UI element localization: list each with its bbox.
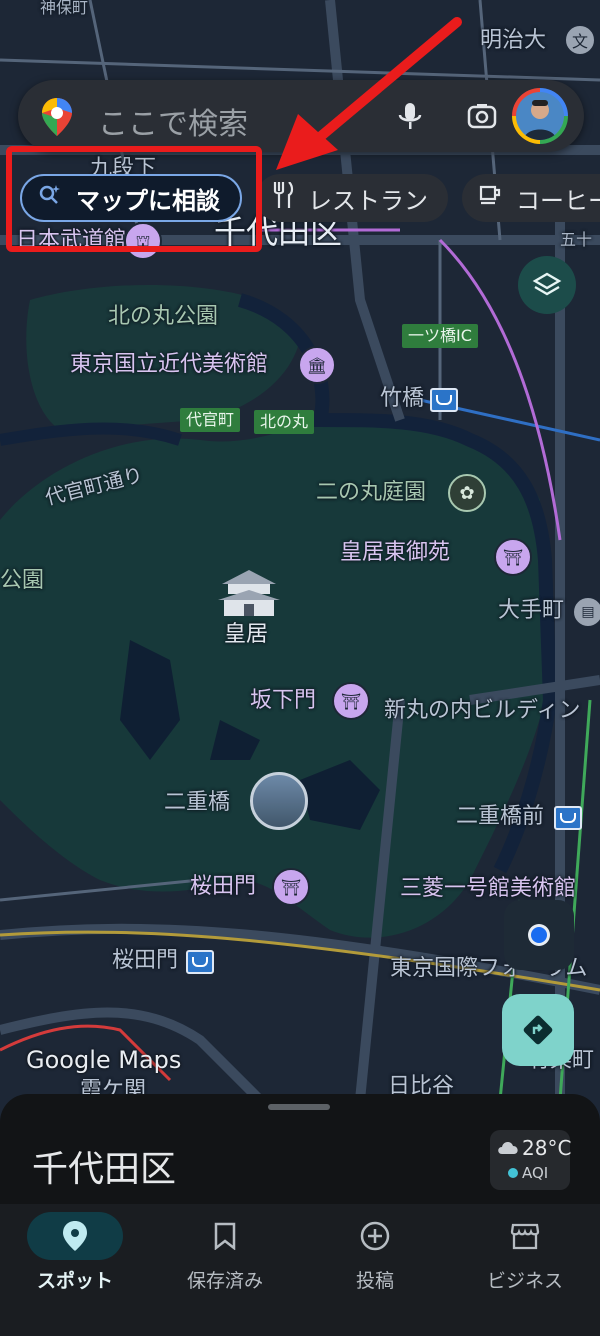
- nav-tab-spots[interactable]: スポット: [0, 1204, 150, 1336]
- annotation-arrow: [276, 17, 462, 170]
- map-label-park-edge: 公園: [0, 568, 45, 593]
- metro-station-icon[interactable]: [430, 388, 458, 412]
- avatar-photo: [516, 92, 564, 140]
- aqi-dot-icon: [508, 1168, 518, 1178]
- nav-label-spots: スポット: [36, 1270, 113, 1292]
- museum-icon[interactable]: 🏛: [298, 346, 336, 384]
- east-gardens-landmark-icon[interactable]: ⛩: [494, 538, 532, 576]
- university-icon[interactable]: 文: [564, 24, 596, 56]
- palace-icon[interactable]: [214, 566, 284, 618]
- restaurant-chip[interactable]: レストラン: [256, 174, 448, 222]
- map-label-imperial-palace: 皇居: [224, 622, 269, 647]
- nav-label-saved: 保存済み: [186, 1270, 263, 1292]
- garden-flower-icon[interactable]: ✿: [448, 474, 486, 512]
- account-avatar[interactable]: [512, 88, 568, 144]
- sakuradamon-landmark-icon[interactable]: ⛩: [272, 868, 310, 906]
- map-label-ninomaru-garden: 二の丸庭園: [316, 480, 427, 505]
- map-label-jinbocho: 神保町: [40, 0, 89, 17]
- directions-icon: [523, 1015, 553, 1045]
- place-pin-icon: [27, 1212, 123, 1260]
- nav-label-contribute: 投稿: [355, 1270, 394, 1292]
- map-label-hitotsubashi-ic: 一ツ橋IC: [402, 324, 478, 348]
- restaurant-label: レストラン: [308, 186, 428, 215]
- map-label-sakuradamon-gate: 桜田門: [190, 874, 257, 899]
- map-label-meiji: 明治大: [480, 28, 547, 53]
- google-maps-pin-icon: [42, 98, 72, 140]
- metro-station-icon[interactable]: [186, 950, 214, 974]
- directions-button[interactable]: [502, 994, 574, 1066]
- map-label-shinmaru: 新丸の内ビルディン: [384, 698, 581, 723]
- fork-knife-icon: [272, 181, 294, 214]
- annotation-highlight-box: [6, 146, 262, 252]
- coffee-cup-icon: [478, 183, 502, 213]
- google-maps-attribution: Google Maps: [26, 1046, 182, 1074]
- map-label-otemachi: 大手町: [498, 598, 565, 623]
- map-label-east-gardens: 皇居東御苑: [340, 540, 451, 565]
- bottom-navigation: スポット 保存済み 投稿 ビジネス: [0, 1204, 600, 1336]
- nav-tab-contribute[interactable]: 投稿: [300, 1204, 450, 1336]
- sheet-drag-handle[interactable]: [268, 1104, 330, 1110]
- cloud-icon: [498, 1141, 518, 1154]
- map-label-nijubashi: 二重橋: [164, 790, 231, 815]
- aqi-label: AQI: [522, 1164, 549, 1182]
- map-label-mitsubishi: 三菱一号館美術館: [400, 876, 577, 901]
- nijubashi-photo-pin[interactable]: [250, 772, 308, 830]
- my-location-button[interactable]: [504, 900, 574, 970]
- metro-station-icon[interactable]: [554, 806, 582, 830]
- place-bottom-sheet[interactable]: 千代田区 28°C AQI: [0, 1094, 600, 1204]
- map-label-kitanomaru: 北の丸: [254, 410, 315, 434]
- map-label-momat: 東京国立近代美術館: [70, 352, 269, 377]
- coffee-label: コーヒー: [516, 186, 600, 215]
- temperature: 28°C: [522, 1136, 572, 1160]
- add-circle-icon: [327, 1212, 423, 1260]
- map-label-sakashitamon: 坂下門: [250, 688, 317, 713]
- layers-icon: [532, 272, 562, 296]
- train-station-icon[interactable]: ▤: [572, 596, 600, 628]
- nav-tab-saved[interactable]: 保存済み: [150, 1204, 300, 1336]
- bookmark-icon: [177, 1212, 273, 1260]
- place-title: 千代田区: [32, 1149, 177, 1190]
- coffee-chip[interactable]: コーヒー: [462, 174, 600, 222]
- weather-widget[interactable]: 28°C AQI: [490, 1130, 572, 1190]
- layers-button[interactable]: [518, 256, 576, 314]
- location-dot-icon: [528, 924, 550, 946]
- nav-label-business: ビジネス: [486, 1270, 563, 1292]
- map-label-takebashi: 竹橋: [380, 386, 425, 411]
- search-input[interactable]: ここで検索: [98, 99, 248, 143]
- storefront-icon: [477, 1212, 573, 1260]
- map-label-daikancho: 代官町: [180, 408, 241, 432]
- map-label-gojukken: 五十: [560, 230, 593, 249]
- nav-tab-business[interactable]: ビジネス: [450, 1204, 600, 1336]
- sakashitamon-landmark-icon[interactable]: ⛩: [332, 682, 370, 720]
- map-label-sakuradamon-station: 桜田門: [112, 948, 179, 973]
- map-label-nijubashimae: 二重橋前: [456, 804, 545, 829]
- map-label-kitanomaru-park: 北の丸公園: [108, 304, 219, 329]
